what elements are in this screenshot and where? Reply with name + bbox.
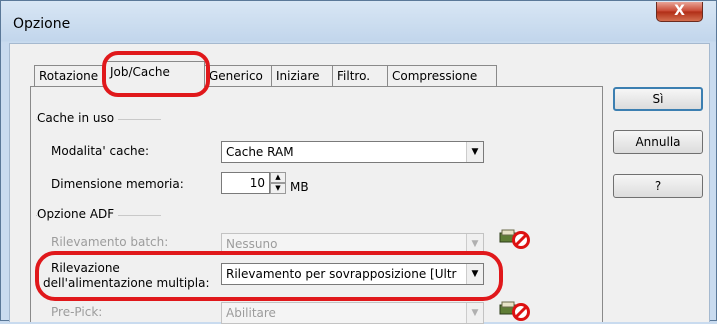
prepick-label: Pre-Pick: bbox=[51, 305, 103, 319]
prepick-value: Abilitare bbox=[226, 306, 276, 320]
cache-mode-select[interactable]: Cache RAM ▼ bbox=[221, 141, 484, 163]
cache-mode-value: Cache RAM bbox=[226, 145, 294, 159]
chevron-down-icon[interactable]: ▼ bbox=[466, 142, 483, 162]
dialog-window: Opzione X Cache in uso Modalita' cache: … bbox=[0, 0, 717, 324]
tab-rotazione[interactable]: Rotazione bbox=[34, 65, 106, 86]
help-button[interactable]: ? bbox=[613, 174, 703, 198]
tab-generico[interactable]: Generico bbox=[204, 65, 272, 86]
spin-up-icon[interactable]: ▲ bbox=[270, 172, 286, 183]
ok-button[interactable]: Sì bbox=[613, 87, 703, 111]
memory-size-input[interactable]: 10 bbox=[221, 172, 270, 194]
cancel-button[interactable]: Annulla bbox=[613, 130, 703, 154]
scanner-disabled-icon bbox=[499, 229, 530, 249]
batch-detection-value: Nessuno bbox=[226, 237, 278, 251]
cache-group-title: Cache in uso bbox=[37, 111, 119, 125]
close-button[interactable]: X bbox=[656, 2, 703, 22]
memory-unit: MB bbox=[290, 180, 309, 194]
tab-compressione[interactable]: Compressione bbox=[387, 65, 497, 86]
cache-mode-label: Modalita' cache: bbox=[51, 144, 150, 158]
scanner-disabled-icon bbox=[499, 301, 530, 321]
tab-filtro[interactable]: Filtro. bbox=[332, 65, 388, 86]
tab-iniziare[interactable]: Iniziare bbox=[271, 65, 333, 86]
multifeed-highlight bbox=[35, 251, 503, 301]
adf-group-title: Opzione ADF bbox=[37, 207, 119, 221]
window-title: Opzione bbox=[13, 16, 71, 32]
memory-size-label: Dimensione memoria: bbox=[51, 177, 184, 191]
job-cache-tab-highlight bbox=[102, 51, 210, 97]
chevron-down-icon: ▼ bbox=[466, 303, 483, 323]
spin-down-icon[interactable]: ▼ bbox=[270, 183, 286, 194]
batch-detection-label: Rilevamento batch: bbox=[51, 235, 169, 249]
